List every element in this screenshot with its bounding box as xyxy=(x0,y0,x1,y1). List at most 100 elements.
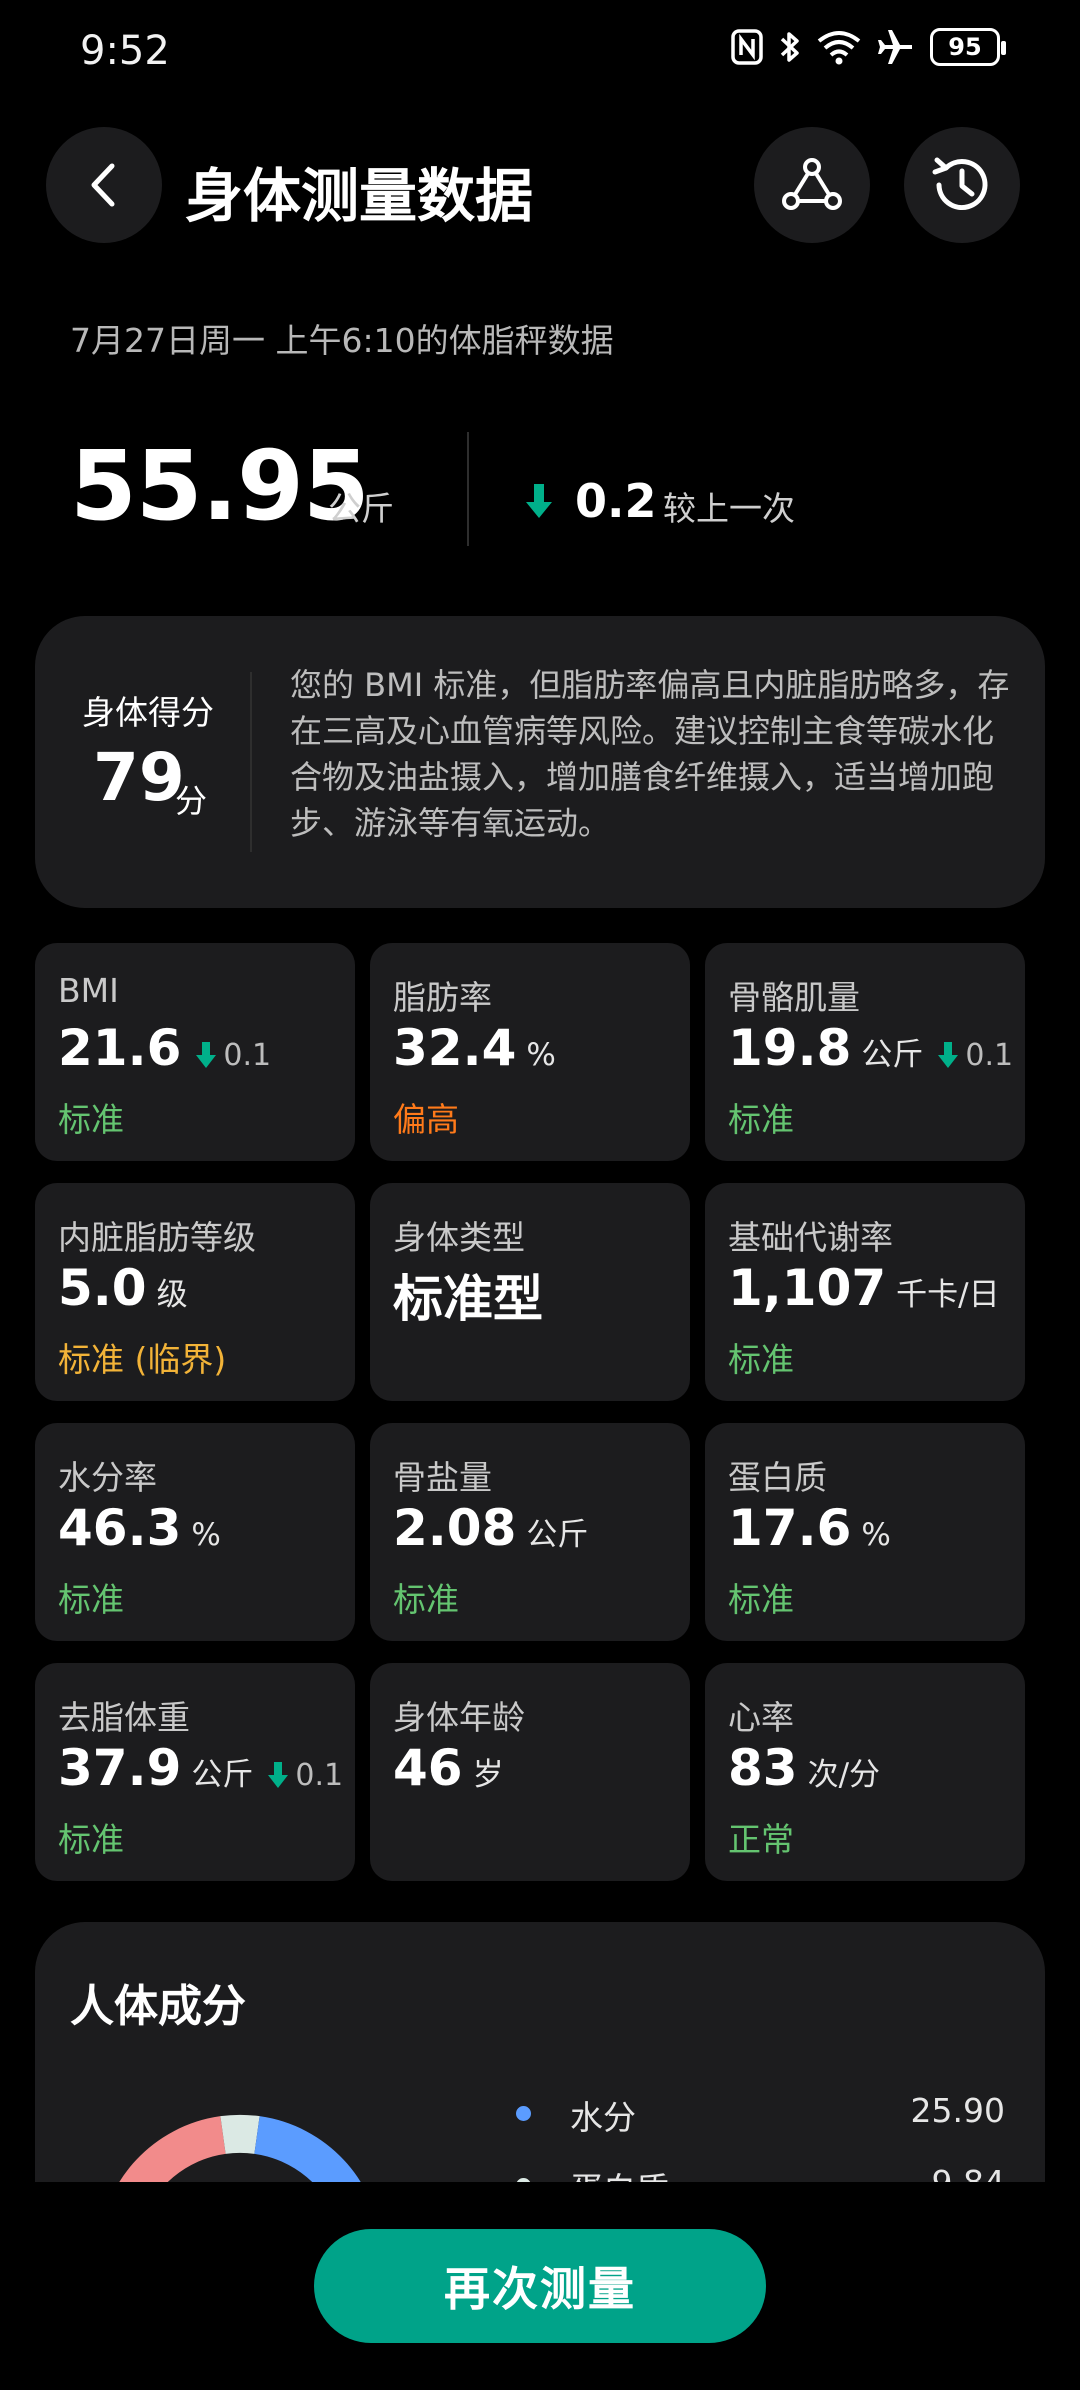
back-button[interactable] xyxy=(46,127,162,243)
arrow-down-icon xyxy=(938,1041,959,1068)
metric-status: 正常 xyxy=(728,1820,794,1859)
metric-label: 内脏脂肪等级 xyxy=(58,1218,256,1257)
metric-label: 心率 xyxy=(728,1698,794,1737)
metric-value: 37.9 xyxy=(58,1739,182,1797)
metric-value-row: 46 岁 xyxy=(393,1739,504,1797)
metric-status: 标准 xyxy=(393,1580,459,1619)
metric-label: 基础代谢率 xyxy=(728,1218,893,1257)
weight-delta-label: 较上一次 xyxy=(663,489,795,528)
score-label: 身体得分 xyxy=(82,693,214,732)
score-value: 79 xyxy=(93,739,185,816)
metric-unit: % xyxy=(526,1037,556,1073)
metric-unit: 次/分 xyxy=(807,1757,881,1793)
metric-delta-value: 0.1 xyxy=(965,1038,1014,1073)
metric-card-bmi[interactable]: BMI 21.6 0.1 标准 xyxy=(35,943,355,1161)
share-button[interactable] xyxy=(754,127,870,243)
metric-value: 标准型 xyxy=(393,1270,543,1328)
divider xyxy=(250,672,252,852)
metric-card-heart-rate[interactable]: 心率 83 次/分 正常 xyxy=(705,1663,1025,1881)
metric-status: 偏高 xyxy=(393,1100,459,1139)
metric-label: BMI xyxy=(58,971,119,1010)
battery-indicator: 95 xyxy=(930,28,1006,66)
measurement-timestamp: 7月27日周一 上午6:10的体脂秤数据 xyxy=(70,321,614,360)
donut-segment-red xyxy=(119,2116,227,2182)
metric-value-row: 21.6 0.1 xyxy=(58,1019,271,1077)
metric-label: 脂肪率 xyxy=(393,978,492,1017)
donut-segment-blue xyxy=(253,2116,361,2182)
metric-value-row: 37.9 公斤 0.1 xyxy=(58,1739,343,1797)
metric-card-lean-mass[interactable]: 去脂体重 37.9 公斤 0.1 标准 xyxy=(35,1663,355,1881)
metric-value-row: 19.8 公斤 0.1 xyxy=(728,1019,1013,1077)
page-title: 身体测量数据 xyxy=(185,162,534,230)
weight-unit: 公斤 xyxy=(328,489,394,528)
metric-status: 标准 xyxy=(58,1820,124,1859)
metric-value-row: 2.08 公斤 xyxy=(393,1499,588,1557)
wifi-icon xyxy=(817,31,861,65)
history-button[interactable] xyxy=(904,127,1020,243)
metric-delta-value: 0.1 xyxy=(223,1038,272,1073)
metric-card-bmr[interactable]: 基础代谢率 1,107 千卡/日 标准 xyxy=(705,1183,1025,1401)
metric-unit: % xyxy=(191,1517,221,1553)
metric-card-body-type[interactable]: 身体类型 标准型 xyxy=(370,1183,690,1401)
metric-card-bone-mass[interactable]: 骨盐量 2.08 公斤标准 xyxy=(370,1423,690,1641)
legend-label: 水分 xyxy=(570,2098,636,2137)
legend-value: 9.84 xyxy=(932,2163,1005,2182)
metric-card-skeletal-muscle[interactable]: 骨骼肌量 19.8 公斤 0.1 标准 xyxy=(705,943,1025,1161)
chevron-left-icon xyxy=(91,163,115,207)
metric-delta: 0.1 xyxy=(937,1038,1013,1073)
bluetooth-icon xyxy=(780,32,799,62)
composition-title: 人体成分 xyxy=(70,1981,246,2032)
metric-unit: 公斤 xyxy=(191,1757,254,1793)
share-nodes-icon xyxy=(782,158,842,210)
metric-unit: 公斤 xyxy=(861,1037,924,1073)
status-icons: 95 xyxy=(730,28,1006,66)
metric-delta-value: 0.1 xyxy=(295,1758,344,1793)
score-advice-text: 您的 BMI 标准，但脂肪率偏高且内脏脂肪略多，存在三高及心血管病等风险。建议控… xyxy=(290,666,1010,842)
metric-label: 身体类型 xyxy=(393,1218,525,1257)
body-composition-card[interactable]: 人体成分 水分 25.90 蛋白质 9.84 xyxy=(35,1922,1045,2182)
metric-status: 标准 xyxy=(728,1580,794,1619)
metric-value-row: 46.3% xyxy=(58,1499,221,1557)
body-score-card[interactable]: 身体得分 79 分 您的 BMI 标准，但脂肪率偏高且内脏脂肪略多，存在三高及心… xyxy=(35,616,1045,908)
legend-value: 25.90 xyxy=(910,2091,1005,2130)
arrow-down-icon xyxy=(526,484,552,518)
metric-status: 标准 (临界) xyxy=(58,1340,227,1379)
metric-value-row: 32.4% xyxy=(393,1019,556,1077)
airplane-icon xyxy=(878,30,912,64)
metric-value-row: 5.0 级 xyxy=(58,1259,188,1317)
metric-status: 标准 xyxy=(728,1340,794,1379)
metric-card-visceral-fat[interactable]: 内脏脂肪等级 5.0 级标准 (临界) xyxy=(35,1183,355,1401)
weight-value: 55.95 xyxy=(70,430,370,542)
metric-value: 1,107 xyxy=(728,1259,887,1317)
metric-card-protein[interactable]: 蛋白质 17.6% 标准 xyxy=(705,1423,1025,1641)
metric-label: 身体年龄 xyxy=(393,1698,525,1737)
metric-label: 骨骼肌量 xyxy=(728,978,860,1017)
metric-label: 水分率 xyxy=(58,1458,157,1497)
metric-card-water-rate[interactable]: 水分率 46.3% 标准 xyxy=(35,1423,355,1641)
measure-again-button[interactable]: 再次测量 xyxy=(314,2229,766,2343)
metric-delta: 0.1 xyxy=(267,1758,343,1793)
metric-value: 32.4 xyxy=(393,1019,517,1077)
status-time: 9:52 xyxy=(80,28,170,74)
header: 身体测量数据 xyxy=(0,125,1080,245)
metric-status: 标准 xyxy=(58,1580,124,1619)
composition-donut-chart xyxy=(119,2114,361,2182)
metric-unit: 级 xyxy=(156,1277,188,1313)
metric-label: 去脂体重 xyxy=(58,1698,190,1737)
metric-label: 蛋白质 xyxy=(728,1458,827,1497)
metric-value: 21.6 xyxy=(58,1019,182,1077)
metric-value: 17.6 xyxy=(728,1499,852,1557)
metric-delta: 0.1 xyxy=(195,1038,271,1073)
metric-value-row: 17.6% xyxy=(728,1499,891,1557)
metric-card-fat-rate[interactable]: 脂肪率 32.4% 偏高 xyxy=(370,943,690,1161)
history-clock-icon xyxy=(932,157,988,211)
legend-label: 蛋白质 xyxy=(570,2163,669,2182)
metric-value: 19.8 xyxy=(728,1019,852,1077)
divider xyxy=(467,432,469,546)
weight-summary: 55.95 公斤 0.2 较上一次 xyxy=(70,430,1010,550)
metric-status: 标准 xyxy=(58,1100,124,1139)
metric-unit: 岁 xyxy=(472,1757,504,1793)
metric-card-body-age[interactable]: 身体年龄 46 岁 xyxy=(370,1663,690,1881)
metric-value-row: 标准型 xyxy=(393,1259,543,1331)
metric-label: 骨盐量 xyxy=(393,1458,492,1497)
